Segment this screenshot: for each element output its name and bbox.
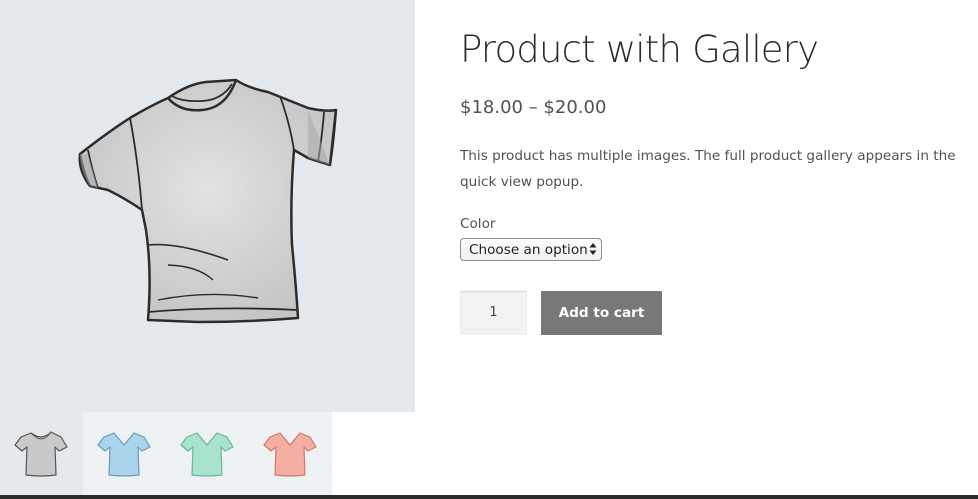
product-description: This product has multiple images. The fu… (460, 148, 956, 190)
product-price: $18.00 – $20.00 (460, 97, 607, 118)
product-page: Product with Gallery $18.00 – $20.00 Thi… (0, 0, 978, 499)
select-arrows-icon (589, 243, 597, 255)
vneck-blue-icon (97, 432, 151, 477)
thumbnail-blue-vneck[interactable] (83, 412, 166, 496)
product-title: Product with Gallery (460, 28, 819, 71)
bottom-border (0, 495, 978, 499)
main-product-image[interactable] (0, 0, 415, 412)
quantity-input[interactable]: 1 (460, 291, 527, 335)
gallery-thumbnails (0, 412, 332, 496)
tshirt-gray-image (78, 78, 338, 324)
thumbnail-pink-vneck[interactable] (249, 412, 332, 496)
tshirt-gray-icon (14, 431, 68, 477)
color-select[interactable]: Choose an option (460, 238, 602, 261)
product-gallery (0, 0, 415, 499)
vneck-mint-icon (180, 432, 234, 477)
color-select-value: Choose an option (469, 242, 588, 258)
color-label: Color (460, 216, 496, 232)
thumbnail-gray-tshirt[interactable] (0, 412, 83, 496)
thumbnail-mint-vneck[interactable] (166, 412, 249, 496)
vneck-pink-icon (263, 432, 317, 477)
add-to-cart-button[interactable]: Add to cart (541, 291, 662, 335)
